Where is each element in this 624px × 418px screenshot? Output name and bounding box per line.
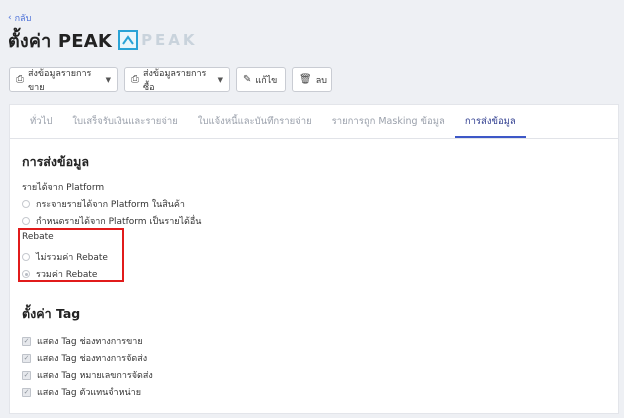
tab-receipts-expenses[interactable]: ใบเสร็จรับเงินและรายจ่าย xyxy=(62,114,187,138)
tag-settings-title: ตั้งค่า Tag xyxy=(22,306,81,321)
send-purchase-button[interactable]: ⎙ ส่งข้อมูลรายการซื้อ ▼ xyxy=(124,67,230,93)
tag-option-tracking-number[interactable]: ✓ แสดง Tag หมายเลขการจัดส่ง xyxy=(22,368,153,382)
back-link[interactable]: ‹ กลับ xyxy=(8,11,31,25)
printer-icon: ⎙ xyxy=(16,74,24,85)
peak-logo-text: PEAK xyxy=(141,31,198,49)
data-sending-title: การส่งข้อมูล xyxy=(22,154,89,169)
checkbox[interactable]: ✓ xyxy=(22,336,31,346)
edit-button[interactable]: ✎ แก้ไข xyxy=(236,67,286,92)
option-label: แสดง Tag ตัวแทนจำหน่าย xyxy=(37,388,142,398)
radio-button[interactable] xyxy=(22,200,30,208)
tab-data-sending[interactable]: การส่งข้อมูล xyxy=(454,114,526,138)
tag-option-distributor[interactable]: ✓ แสดง Tag ตัวแทนจำหน่าย xyxy=(22,385,141,399)
platform-income-option-distribute[interactable]: กระจายรายได้จาก Platform ในสินค้า xyxy=(22,197,185,211)
option-label: แสดง Tag ช่องทางการจัดส่ง xyxy=(37,354,148,364)
page-title: ตั้งค่า PEAK xyxy=(8,30,113,52)
platform-income-option-other[interactable]: กำหนดรายได้จาก Platform เป็นรายได้อื่น xyxy=(22,214,201,228)
edit-label: แก้ไข xyxy=(255,75,278,86)
printer-icon: ⎙ xyxy=(131,74,139,85)
toolbar: ⎙ ส่งข้อมูลรายการขาย ▼ ⎙ ส่งข้อมูลรายการ… xyxy=(9,67,332,93)
tab-masking[interactable]: รายการถูก Masking ข้อมูล xyxy=(322,114,455,138)
settings-tabs: ทั่วไป ใบเสร็จรับเงินและรายจ่าย ใบแจ้งหน… xyxy=(10,105,618,139)
option-label: แสดง Tag ช่องทางการขาย xyxy=(37,337,143,347)
page-header: ตั้งค่า PEAK PEAK xyxy=(8,28,198,52)
option-label: กระจายรายได้จาก Platform ในสินค้า xyxy=(36,200,185,210)
back-label: กลับ xyxy=(14,14,32,24)
send-purchase-label: ส่งข้อมูลรายการซื้อ xyxy=(143,68,207,93)
send-sales-button[interactable]: ⎙ ส่งข้อมูลรายการขาย ▼ xyxy=(9,67,118,93)
chevron-down-icon: ▼ xyxy=(105,75,111,84)
delete-button[interactable]: 🗑 ลบ xyxy=(292,67,332,92)
tag-option-shipping-channel[interactable]: ✓ แสดง Tag ช่องทางการจัดส่ง xyxy=(22,351,147,365)
chevron-left-icon: ‹ xyxy=(8,13,12,23)
tag-option-sales-channel[interactable]: ✓ แสดง Tag ช่องทางการขาย xyxy=(22,334,143,348)
edit-icon: ✎ xyxy=(243,74,252,85)
chevron-down-icon: ▼ xyxy=(217,75,223,84)
send-sales-label: ส่งข้อมูลรายการขาย xyxy=(28,68,92,93)
option-label: แสดง Tag หมายเลขการจัดส่ง xyxy=(37,371,153,381)
platform-income-label: รายได้จาก Platform xyxy=(22,183,105,193)
checkbox[interactable]: ✓ xyxy=(22,370,31,380)
peak-logo-icon xyxy=(118,30,139,50)
delete-label: ลบ xyxy=(315,75,327,86)
settings-panel: ทั่วไป ใบเสร็จรับเงินและรายจ่าย ใบแจ้งหน… xyxy=(9,104,619,414)
tab-invoices-expenses[interactable]: ใบแจ้งหนี้และบันทึกรายจ่าย xyxy=(188,114,322,138)
rebate-highlight-box xyxy=(18,228,124,282)
checkbox[interactable]: ✓ xyxy=(22,353,31,363)
radio-button[interactable] xyxy=(22,217,30,225)
option-label: กำหนดรายได้จาก Platform เป็นรายได้อื่น xyxy=(36,217,202,227)
tab-general[interactable]: ทั่วไป xyxy=(20,114,62,138)
peak-logo: PEAK xyxy=(118,30,197,50)
trash-icon: 🗑 xyxy=(299,74,312,85)
checkbox[interactable]: ✓ xyxy=(22,387,31,397)
